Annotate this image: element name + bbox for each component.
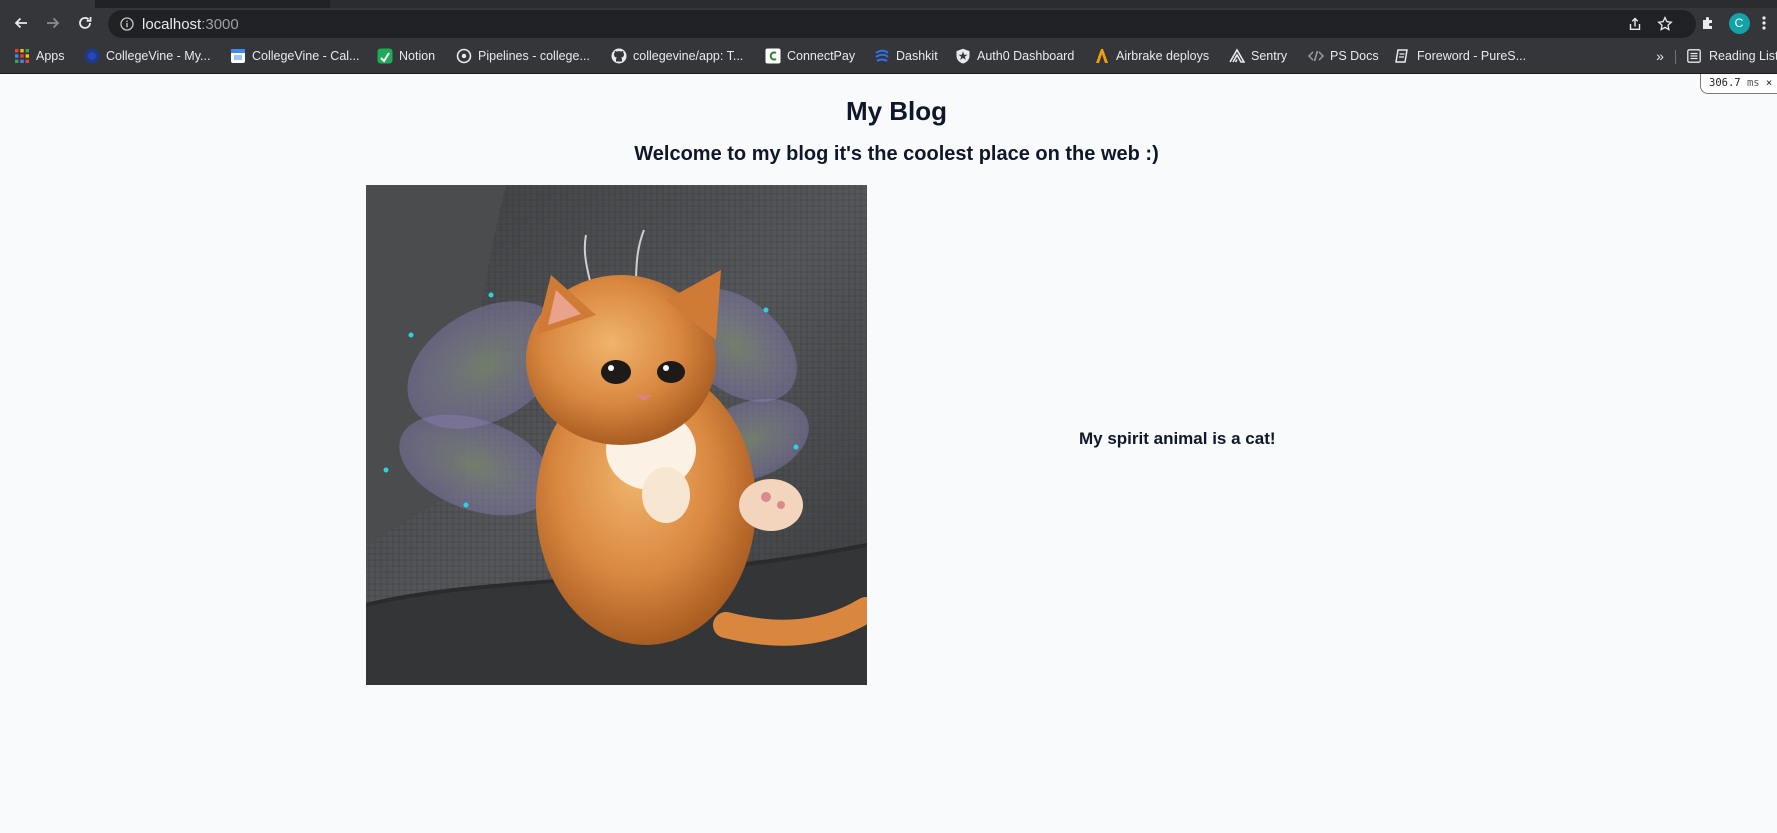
bookmarks-overflow-button[interactable]: » [1652, 46, 1668, 66]
bookmark-label: Apps [36, 49, 65, 63]
bookmark-foreword[interactable]: Foreword - PureS... [1395, 46, 1526, 66]
more-vert-icon [1762, 16, 1766, 30]
reading-list-button[interactable]: Reading List [1686, 46, 1777, 66]
bookmark-dashkit[interactable]: Dashkit [874, 46, 938, 66]
image-caption: My spirit animal is a cat! [1079, 429, 1276, 448]
arrow-left-icon [14, 17, 27, 29]
reload-button[interactable] [73, 11, 97, 35]
bookmark-apps[interactable]: Apps [14, 46, 65, 66]
foreword-icon [1395, 48, 1411, 64]
notion-icon [377, 48, 393, 64]
kitten-illustration [366, 185, 867, 685]
connectpay-icon [765, 48, 781, 64]
auth0-icon [955, 48, 971, 64]
bookmark-github[interactable]: collegevine/app: T... [611, 46, 743, 66]
page-subtitle: Welcome to my blog it's the coolest plac… [634, 143, 1159, 165]
github-icon [611, 48, 627, 64]
bookmark-notion[interactable]: Notion [377, 46, 435, 66]
puzzle-icon [1703, 17, 1712, 29]
browser-toolbar: localhost:3000 C [0, 8, 1777, 38]
bookmarks-divider [1675, 50, 1676, 64]
bookmarks-bar: Apps CollegeVine - My... CollegeVine - C… [0, 38, 1777, 74]
forward-button[interactable] [41, 11, 65, 35]
ps-docs-icon [1308, 48, 1324, 64]
bookmark-label: Notion [399, 49, 436, 63]
bookmark-auth0[interactable]: Auth0 Dashboard [955, 46, 1074, 66]
avatar: C [1728, 12, 1750, 34]
browser-menu-button[interactable] [1756, 11, 1772, 35]
arrow-right-icon [47, 17, 60, 29]
profile-button[interactable]: C [1727, 11, 1751, 35]
active-tab[interactable] [0, 0, 95, 8]
bookmark-label: Auth0 Dashboard [977, 49, 1075, 63]
info-icon[interactable] [120, 17, 134, 31]
bookmark-ps-docs[interactable]: PS Docs [1308, 46, 1379, 66]
bookmark-connectpay[interactable]: ConnectPay [765, 46, 855, 66]
inactive-tab[interactable] [330, 0, 1777, 8]
pipelines-icon [456, 48, 472, 64]
sentry-icon [1229, 48, 1245, 64]
render-time-badge[interactable]: 306.7 ms × [1700, 74, 1777, 94]
reading-list-icon [1686, 48, 1702, 64]
bookmark-label: Sentry [1251, 49, 1288, 63]
badge-close-icon[interactable]: × [1766, 77, 1772, 89]
fairy-kitten-image [366, 185, 867, 685]
apps-grid-icon [14, 48, 30, 64]
bookmark-label: Airbrake deploys [1116, 49, 1210, 63]
bookmark-label: CollegeVine - My... [106, 49, 211, 63]
extensions-button[interactable] [1696, 11, 1720, 35]
bookmark-label: Dashkit [896, 49, 938, 63]
star-icon [1657, 16, 1673, 31]
tab-strip [0, 0, 1777, 8]
bookmark-sentry[interactable]: Sentry [1229, 46, 1287, 66]
bookmark-star-button[interactable] [1656, 15, 1674, 33]
bookmark-label: Pipelines - college... [478, 49, 590, 63]
bookmark-label: CollegeVine - Cal... [252, 49, 360, 63]
url-port: :3000 [201, 16, 239, 33]
bookmark-pipelines[interactable]: Pipelines - college... [456, 46, 590, 66]
bookmark-collegevine-calendar[interactable]: CollegeVine - Cal... [230, 46, 359, 66]
render-time-unit: ms [1746, 77, 1760, 89]
url-text[interactable]: localhost:3000 [142, 16, 239, 33]
bookmark-label: ConnectPay [787, 49, 856, 63]
address-bar[interactable]: localhost:3000 [108, 10, 1696, 38]
reading-list-label: Reading List [1709, 49, 1777, 63]
collegevine-icon [84, 48, 100, 64]
reload-icon [79, 17, 92, 29]
bookmark-airbrake[interactable]: Airbrake deploys [1094, 46, 1209, 66]
bookmark-label: Foreword - PureS... [1417, 49, 1527, 63]
page-title: My Blog [845, 96, 948, 126]
back-button[interactable] [9, 11, 33, 35]
url-host: localhost [142, 16, 202, 33]
bookmark-collegevine-my[interactable]: CollegeVine - My... [84, 46, 210, 66]
calendar-icon [230, 48, 246, 64]
dashkit-icon [874, 48, 890, 64]
share-button[interactable] [1626, 15, 1644, 33]
bookmark-label: collegevine/app: T... [633, 49, 744, 63]
share-icon [1629, 17, 1641, 30]
bookmark-label: PS Docs [1330, 49, 1379, 63]
render-time-value: 306.7 [1709, 77, 1741, 89]
airbrake-icon [1094, 48, 1110, 64]
